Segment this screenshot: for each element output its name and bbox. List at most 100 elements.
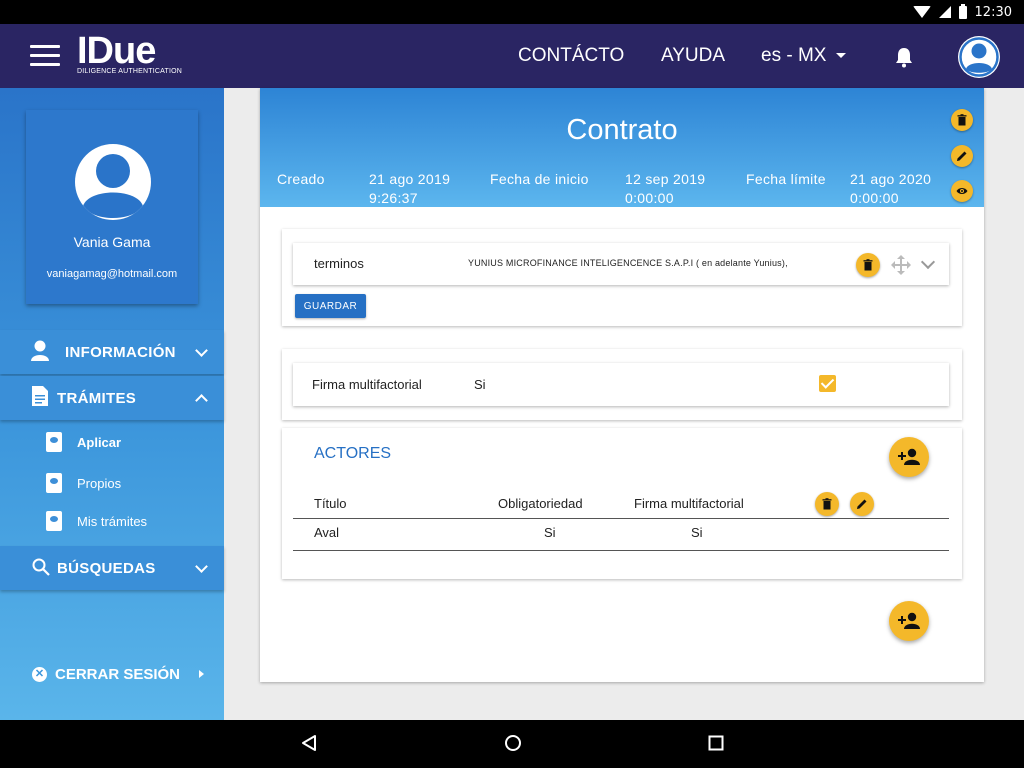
drag-move-icon[interactable]: [890, 254, 912, 276]
limit-time: 0:00:00: [850, 190, 899, 206]
id-card-icon: [46, 432, 62, 452]
terms-label: terminos: [314, 256, 364, 271]
actors-table-header: Título Obligatoriedad Firma multifactori…: [293, 491, 949, 518]
save-button[interactable]: GUARDAR: [295, 294, 366, 318]
logo: IDue DILIGENCE AUTHENTICATION: [77, 32, 182, 75]
id-search-icon: [46, 511, 62, 531]
sidebar-item-my-procedures-label: Mis trámites: [77, 513, 148, 529]
profile-avatar-icon: [75, 144, 151, 220]
sidebar-item-own[interactable]: Propios: [46, 469, 121, 497]
sidebar-item-apply[interactable]: Aplicar: [46, 428, 121, 456]
bell-icon[interactable]: [894, 46, 914, 68]
limit-date: 21 ago 2020: [850, 171, 932, 187]
sidebar-item-own-label: Propios: [77, 475, 122, 491]
system-nav-bar: [0, 720, 1024, 768]
logout-label: CERRAR SESIÓN: [55, 666, 181, 683]
nav-contact-link[interactable]: CONTÁCTO: [518, 45, 624, 67]
document-icon: [32, 386, 48, 410]
user-avatar-icon[interactable]: [958, 36, 1000, 78]
add-actor-fab[interactable]: [889, 601, 929, 641]
multifactor-value: Si: [474, 377, 486, 392]
created-label: Creado: [277, 171, 325, 187]
sidebar: Vania Gama vaniagamag@hotmail.com INFORM…: [0, 88, 224, 720]
page-title: Contrato: [566, 114, 678, 146]
start-value: 12 sep 2019 0:00:00: [625, 170, 705, 208]
sidebar-item-my-procedures[interactable]: Mis trámites: [46, 507, 147, 535]
logo-text: IDue: [77, 30, 156, 72]
chevron-down-icon[interactable]: [920, 254, 936, 270]
terms-text: YUNIUS MICROFINANCE INTELIGENCENCE S.A.P…: [468, 258, 788, 268]
eye-icon: [956, 188, 968, 194]
delete-contract-button[interactable]: [951, 109, 973, 131]
logo-subtitle: DILIGENCE AUTHENTICATION: [77, 68, 183, 75]
delete-actor-button[interactable]: [815, 492, 839, 516]
add-actor-button[interactable]: [889, 437, 929, 477]
actor-multifactor-cell: Si: [691, 525, 703, 540]
multifactor-label: Firma multifactorial: [312, 377, 422, 392]
status-time: 12:30: [974, 4, 1012, 20]
created-date: 21 ago 2019: [369, 171, 451, 187]
chevron-down-icon: [195, 560, 208, 573]
sidebar-section-searches-label: BÚSQUEDAS: [57, 560, 156, 577]
logout-button[interactable]: ✕ CERRAR SESIÓN: [32, 666, 212, 683]
terms-card: terminos YUNIUS MICROFINANCE INTELIGENCE…: [282, 229, 962, 326]
multifactor-row: Firma multifactorial Si: [293, 363, 949, 406]
terms-row[interactable]: terminos YUNIUS MICROFINANCE INTELIGENCE…: [293, 243, 949, 285]
table-divider: [293, 550, 949, 551]
profile-card: Vania Gama vaniagamag@hotmail.com: [26, 110, 198, 304]
wifi-icon: [912, 6, 931, 18]
sidebar-section-procedures[interactable]: TRÁMITES: [0, 376, 224, 420]
pencil-icon: [857, 499, 867, 509]
actors-card: ACTORES Título Obligatoriedad Firma mult…: [282, 428, 962, 579]
actor-mandatory-cell: Si: [544, 525, 556, 540]
app-header: IDue DILIGENCE AUTHENTICATION CONTÁCTO A…: [0, 24, 1024, 88]
menu-icon[interactable]: [30, 45, 60, 67]
column-title: Título: [314, 496, 347, 511]
sidebar-item-apply-label: Aplicar: [77, 434, 122, 450]
sidebar-section-info[interactable]: INFORMACIÓN: [0, 330, 224, 374]
id-card-icon: [46, 473, 62, 493]
limit-label: Fecha límite: [746, 171, 826, 187]
start-label: Fecha de inicio: [490, 171, 589, 187]
signal-icon: [938, 6, 951, 18]
language-select[interactable]: es - MX: [761, 45, 847, 67]
sidebar-section-procedures-label: TRÁMITES: [57, 390, 137, 407]
multifactor-card: Firma multifactorial Si: [282, 349, 962, 420]
trash-icon: [822, 498, 832, 510]
delete-term-button[interactable]: [856, 253, 880, 277]
nav-help-link[interactable]: AYUDA: [661, 45, 725, 67]
profile-email: vaniagamag@hotmail.com: [46, 268, 178, 280]
edit-actor-button[interactable]: [850, 492, 874, 516]
contract-panel: Contrato Creado 21 ago 2019 9:26:37 Fech…: [260, 88, 984, 682]
sidebar-section-searches[interactable]: BÚSQUEDAS: [0, 546, 224, 590]
battery-icon: [958, 3, 967, 19]
back-icon[interactable]: [300, 734, 318, 756]
chevron-up-icon: [195, 394, 208, 407]
add-person-icon: [898, 448, 920, 465]
pencil-icon: [957, 151, 967, 161]
close-circle-icon: ✕: [32, 667, 47, 682]
created-value: 21 ago 2019 9:26:37: [369, 170, 450, 208]
status-bar: 12:30: [0, 0, 1024, 24]
trash-icon: [863, 259, 873, 271]
multifactor-checkbox[interactable]: [819, 375, 836, 392]
trash-icon: [957, 114, 967, 126]
column-multifactor: Firma multifactorial: [634, 496, 744, 511]
language-value: es - MX: [761, 45, 827, 66]
home-icon[interactable]: [504, 734, 522, 756]
view-contract-button[interactable]: [951, 180, 973, 202]
sidebar-section-info-label: INFORMACIÓN: [65, 344, 176, 361]
recents-icon[interactable]: [707, 734, 725, 756]
limit-value: 21 ago 2020 0:00:00: [850, 170, 931, 208]
start-date: 12 sep 2019: [625, 171, 706, 187]
edit-contract-button[interactable]: [951, 145, 973, 167]
search-icon: [32, 558, 50, 580]
table-row[interactable]: Aval Si Si: [293, 519, 949, 550]
caret-down-icon: [836, 53, 847, 59]
actor-title-cell: Aval: [314, 525, 340, 540]
chevron-down-icon: [195, 344, 208, 357]
person-icon: [30, 340, 50, 366]
start-time: 0:00:00: [625, 190, 674, 206]
profile-name: Vania Gama: [73, 234, 151, 250]
actors-title: ACTORES: [314, 445, 392, 462]
